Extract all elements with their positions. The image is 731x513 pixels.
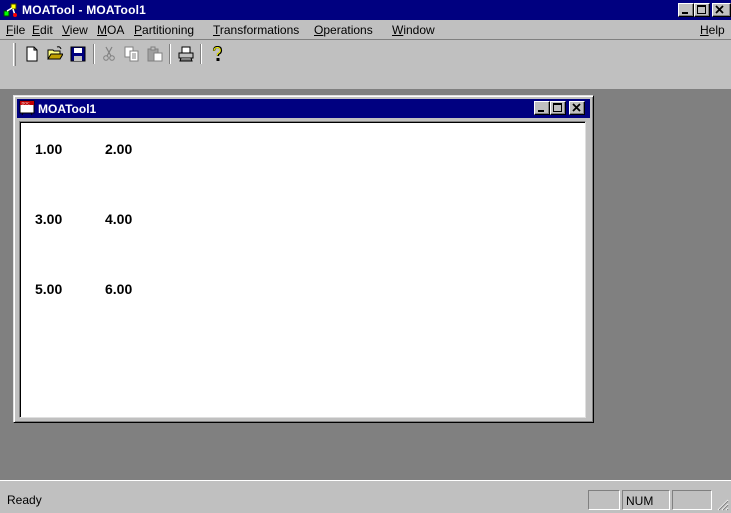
open-icon [47, 46, 63, 60]
copy-icon [124, 46, 139, 62]
menu-operations[interactable]: Operations [314, 23, 373, 37]
document-minimize-button[interactable] [534, 101, 550, 115]
new-button[interactable] [21, 43, 44, 65]
menu-partitioning-rest: artitioning [142, 23, 195, 37]
menu-transformations-rest: ransformations [219, 23, 300, 37]
maximize-icon [553, 103, 562, 112]
resize-grip-icon[interactable] [717, 499, 729, 511]
close-icon [715, 5, 724, 14]
menu-view-rest: iew [69, 23, 88, 37]
toolbar-separator [200, 44, 202, 64]
array-cell[interactable]: 4.00 [105, 211, 132, 227]
close-button[interactable] [712, 3, 731, 17]
array-cell[interactable]: 2.00 [105, 141, 132, 157]
status-indicator-num: NUM [622, 490, 670, 510]
array-cell[interactable]: 1.00 [35, 141, 62, 157]
menu-bar: File Edit View MOA Partitioning Transfor… [0, 20, 731, 39]
menu-operations-rest: perations [323, 23, 373, 37]
menu-view[interactable]: View [62, 23, 88, 37]
maximize-icon [697, 5, 706, 14]
menu-help-mnemonic: H [700, 23, 709, 37]
document-close-button[interactable] [569, 101, 585, 115]
minimize-button[interactable] [678, 3, 694, 17]
app-icon[interactable] [3, 2, 19, 18]
svg-text:DOC: DOC [22, 102, 31, 106]
toolbar-separator [93, 44, 95, 64]
menu-moa-rest: OA [107, 23, 125, 37]
copy-button[interactable] [121, 43, 144, 65]
menu-moa[interactable]: MOA [97, 23, 124, 37]
status-indicator-scroll [672, 490, 712, 510]
menu-view-mnemonic: V [62, 23, 70, 37]
help-icon [212, 46, 223, 61]
close-icon [572, 103, 581, 112]
cut-button[interactable] [98, 43, 121, 65]
menu-transformations[interactable]: Transformations [213, 23, 299, 37]
print-icon [178, 46, 194, 62]
array-cell[interactable]: 6.00 [105, 281, 132, 297]
menu-edit[interactable]: Edit [32, 23, 53, 37]
toolbar-grip[interactable] [13, 43, 16, 66]
document-window[interactable]: DOC MOATool1 1.00 2.00 3.00 4.00 5.00 6.… [13, 95, 594, 423]
document-icon[interactable]: DOC [19, 100, 35, 116]
app-title: MOATool - MOATool1 [22, 3, 147, 17]
menu-window-rest: indow [403, 23, 435, 37]
paste-button[interactable] [144, 43, 167, 65]
minimize-icon [538, 110, 544, 112]
toolbar [0, 39, 731, 89]
document-title: MOATool1 [38, 102, 97, 116]
menu-help-rest: elp [708, 23, 725, 37]
app-titlebar[interactable]: MOATool - MOATool1 [0, 0, 731, 20]
document-client-area[interactable]: 1.00 2.00 3.00 4.00 5.00 6.00 [19, 121, 586, 418]
status-bar: Ready NUM [0, 480, 731, 513]
menu-file-rest: ile [13, 23, 26, 37]
menu-transformations-mnemonic: T [213, 23, 220, 37]
new-icon [26, 46, 38, 62]
document-maximize-button[interactable] [550, 101, 566, 115]
menu-window[interactable]: Window [392, 23, 435, 37]
menu-operations-mnemonic: O [314, 23, 324, 37]
menu-edit-mnemonic: E [32, 23, 41, 37]
paste-icon [147, 46, 163, 62]
array-cell[interactable]: 5.00 [35, 281, 62, 297]
document-titlebar[interactable]: DOC MOATool1 [17, 99, 590, 118]
menu-partitioning[interactable]: Partitioning [134, 23, 194, 37]
status-text: Ready [7, 493, 42, 507]
menu-help[interactable]: Help [700, 23, 725, 37]
toolbar-separator [169, 44, 171, 64]
cut-icon [103, 46, 115, 61]
menu-file[interactable]: File [6, 23, 25, 37]
menu-window-mnemonic: W [392, 23, 404, 37]
menu-partitioning-mnemonic: P [134, 23, 143, 37]
open-button[interactable] [44, 43, 67, 65]
menu-moa-mnemonic: M [97, 23, 107, 37]
minimize-icon [682, 12, 688, 14]
print-button[interactable] [175, 43, 198, 65]
menu-edit-rest: dit [40, 23, 53, 37]
help-button[interactable] [206, 43, 229, 65]
status-indicator-caps [588, 490, 620, 510]
save-button[interactable] [67, 43, 90, 65]
save-icon [70, 46, 86, 62]
array-cell[interactable]: 3.00 [35, 211, 62, 227]
maximize-button[interactable] [694, 3, 710, 17]
